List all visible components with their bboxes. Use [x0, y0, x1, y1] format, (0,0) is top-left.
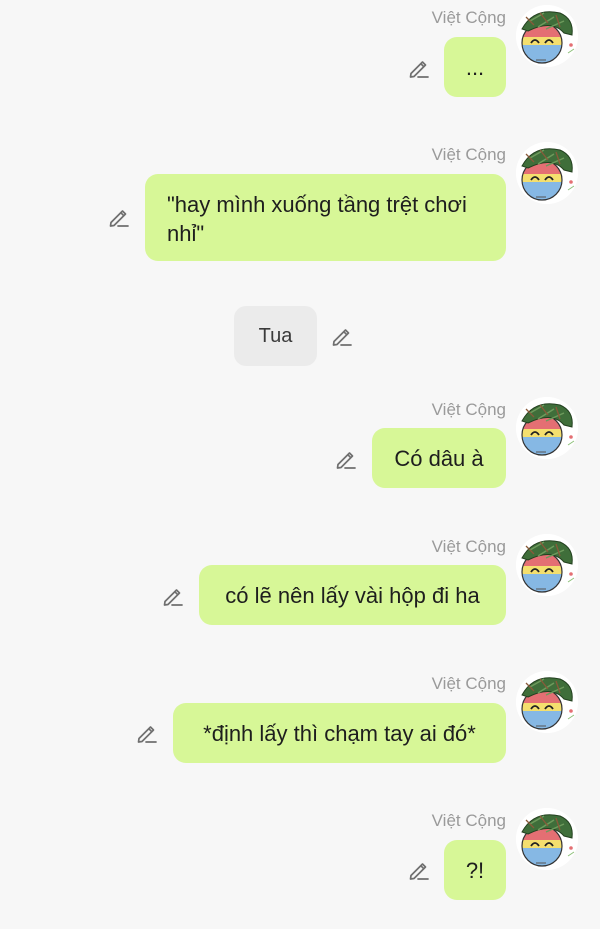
- message-bubble[interactable]: Có dâu à: [372, 428, 506, 488]
- pencil-icon[interactable]: [334, 447, 358, 471]
- message-bubble[interactable]: có lẽ nên lấy vài hộp đi ha: [199, 565, 506, 625]
- avatar[interactable]: [516, 808, 578, 870]
- message-bubble[interactable]: *định lấy thì chạm tay ai đó*: [173, 703, 506, 763]
- avatar[interactable]: [516, 397, 578, 459]
- sender-name: Việt Cộng: [431, 145, 506, 164]
- message-bubble[interactable]: ?!: [444, 840, 506, 900]
- avatar[interactable]: [516, 671, 578, 733]
- sender-name: Việt Cộng: [431, 811, 506, 830]
- avatar[interactable]: [516, 534, 578, 596]
- countryball-avatar-icon: [516, 397, 578, 459]
- message-bubble[interactable]: ...: [444, 37, 506, 97]
- countryball-avatar-icon: [516, 5, 578, 67]
- pencil-icon[interactable]: [135, 721, 159, 745]
- narration-bubble[interactable]: Tua: [234, 306, 317, 366]
- pencil-icon[interactable]: [407, 56, 431, 80]
- countryball-avatar-icon: [516, 142, 578, 204]
- message-bubble[interactable]: "hay mình xuống tầng trệt chơi nhỉ": [145, 174, 506, 261]
- countryball-avatar-icon: [516, 534, 578, 596]
- countryball-avatar-icon: [516, 671, 578, 733]
- pencil-icon[interactable]: [161, 584, 185, 608]
- pencil-icon[interactable]: [407, 858, 431, 882]
- sender-name: Việt Cộng: [431, 537, 506, 556]
- avatar[interactable]: [516, 142, 578, 204]
- countryball-avatar-icon: [516, 808, 578, 870]
- sender-name: Việt Cộng: [431, 8, 506, 27]
- avatar[interactable]: [516, 5, 578, 67]
- pencil-icon[interactable]: [330, 324, 354, 348]
- sender-name: Việt Cộng: [431, 400, 506, 419]
- sender-name: Việt Cộng: [431, 674, 506, 693]
- pencil-icon[interactable]: [107, 205, 131, 229]
